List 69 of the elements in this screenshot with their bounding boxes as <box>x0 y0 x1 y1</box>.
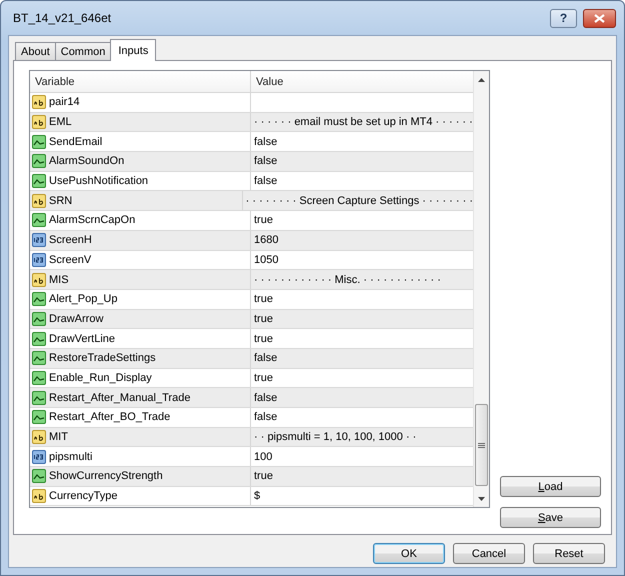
value-cell[interactable]: false <box>254 175 278 188</box>
value-cell[interactable]: · · pipsmulti = 1, 10, 100, 1000 · · <box>254 431 416 444</box>
value-cell[interactable]: false <box>254 155 278 168</box>
close-button[interactable] <box>583 8 616 28</box>
dialog-button[interactable]: Cancel <box>453 543 525 564</box>
text-icon <box>32 489 46 504</box>
value-cell[interactable]: · · · · · · · · · · · · Misc. · · · · · · · · · · · · <box>254 274 441 286</box>
variable-name: UsePushNotification <box>49 175 148 188</box>
scrollbar-thumb[interactable] <box>475 404 488 486</box>
value-cell[interactable]: true <box>254 372 273 384</box>
value-cell[interactable]: · · · · · · · · Screen Capture Settings · · · · · · · · <box>246 194 473 207</box>
action-button[interactable]: Load <box>500 476 601 497</box>
value-cell[interactable]: true <box>254 332 273 345</box>
help-button[interactable]: ? <box>550 8 577 28</box>
number-icon <box>32 450 46 464</box>
value-cell[interactable]: 100 <box>254 450 272 463</box>
variable-name: DrawVertLine <box>49 332 116 345</box>
variable-name: DrawArrow <box>49 312 104 325</box>
scrollbar[interactable] <box>473 71 489 507</box>
variable-name: Restart_After_BO_Trade <box>49 411 170 424</box>
value-cell[interactable]: false <box>254 411 278 424</box>
text-icon <box>32 430 46 444</box>
value-cell[interactable]: false <box>254 136 278 148</box>
variable-name: EML <box>49 116 72 128</box>
variable-name: MIS <box>49 274 69 286</box>
variable-name: pipsmulti <box>49 450 92 463</box>
close-icon <box>594 14 605 22</box>
grip-icon <box>478 442 485 448</box>
variable-name: SRN <box>49 194 72 207</box>
number-icon <box>32 233 46 248</box>
tab[interactable]: About <box>15 42 56 60</box>
value-cell[interactable]: true <box>254 214 273 226</box>
window-title: BT_14_v21_646et <box>13 11 112 25</box>
variable-name: AlarmSoundOn <box>49 155 124 168</box>
down-arrow-icon[interactable] <box>478 496 485 500</box>
variable-name: AlarmScrnCapOn <box>49 214 136 226</box>
text-icon <box>32 95 46 110</box>
variable-name: CurrencyType <box>49 490 118 502</box>
variable-name: ShowCurrencyStrength <box>49 470 163 482</box>
action-button[interactable]: Save <box>500 507 601 528</box>
value-cell[interactable]: true <box>254 312 273 325</box>
text-icon <box>32 194 46 208</box>
number-icon <box>32 252 46 267</box>
variable-name: Alert_Pop_Up <box>49 293 118 306</box>
dialog-button[interactable]: Reset <box>533 543 605 564</box>
dialog-button[interactable]: OK <box>373 543 445 564</box>
up-arrow-icon[interactable] <box>478 78 485 82</box>
variable-name: MIT <box>49 431 68 444</box>
value-cell[interactable]: false <box>254 352 278 364</box>
value-cell[interactable]: false <box>254 392 278 404</box>
variable-name: pair14 <box>49 96 80 108</box>
value-cell[interactable]: true <box>254 470 273 482</box>
value-cell[interactable]: 1680 <box>254 234 278 246</box>
variable-name: Restart_After_Manual_Trade <box>49 392 190 404</box>
variable-name: RestoreTradeSettings <box>49 352 156 364</box>
tab[interactable]: Common <box>54 42 112 60</box>
text-icon <box>32 115 46 130</box>
value-cell[interactable]: 1050 <box>254 254 278 266</box>
variable-name: Enable_Run_Display <box>49 372 152 384</box>
variable-name: ScreenV <box>49 254 92 266</box>
column-header[interactable]: Variable <box>30 71 251 92</box>
value-cell[interactable]: true <box>254 293 273 306</box>
value-cell[interactable]: $ <box>254 490 260 502</box>
tab[interactable]: Inputs <box>110 39 156 61</box>
value-cell[interactable]: · · · · · · email must be set up in MT4 · · · · · · <box>254 116 473 128</box>
text-icon <box>32 272 46 287</box>
column-header[interactable]: Value <box>251 71 473 92</box>
variable-name: SendEmail <box>49 136 102 148</box>
variable-name: ScreenH <box>49 234 92 246</box>
